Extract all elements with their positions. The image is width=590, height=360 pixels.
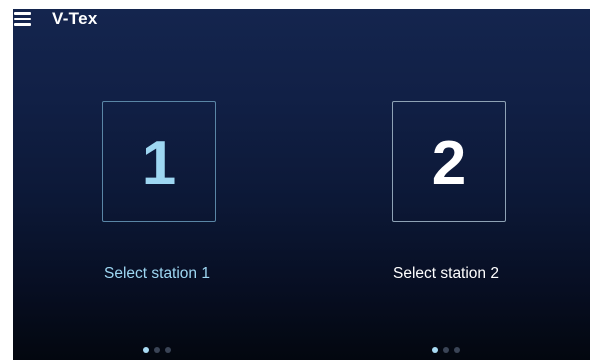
station-panel-1: 1 Select station 1 [13, 9, 301, 360]
station-panel-2: 2 Select station 2 [302, 9, 590, 360]
select-station-2-label[interactable]: Select station 2 [302, 265, 590, 283]
station-1-button[interactable]: 1 [102, 101, 216, 222]
station-1-number: 1 [141, 128, 177, 198]
station-2-number: 2 [431, 128, 467, 198]
page-dot-active[interactable] [143, 347, 149, 353]
page-dot[interactable] [165, 347, 171, 353]
page-dot[interactable] [454, 347, 460, 353]
select-station-1-label[interactable]: Select station 1 [13, 265, 301, 283]
station-2-button[interactable]: 2 [392, 101, 506, 222]
page-dot[interactable] [443, 347, 449, 353]
page-indicator-2 [302, 347, 590, 355]
page-dot-active[interactable] [432, 347, 438, 353]
page-indicator-1 [13, 347, 301, 355]
page-dot[interactable] [154, 347, 160, 353]
app-screen: V-Tex 1 Select station 1 2 Select statio… [13, 9, 590, 360]
